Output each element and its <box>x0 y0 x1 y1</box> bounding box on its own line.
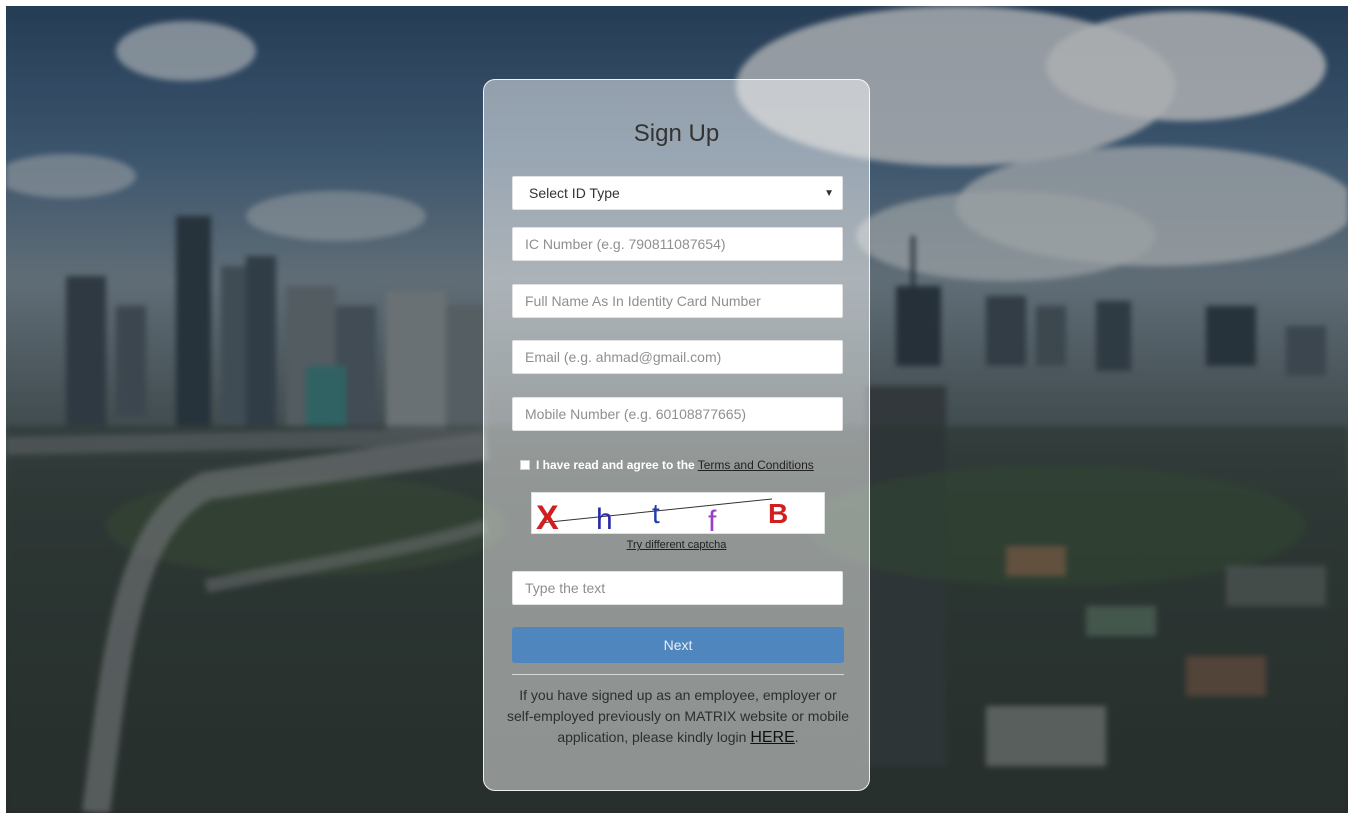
captcha-letter: X <box>536 499 559 533</box>
captcha-image: X h t f B <box>531 492 825 538</box>
terms-checkbox[interactable] <box>520 460 530 470</box>
chevron-down-icon: ▼ <box>824 187 834 199</box>
existing-user-note: If you have signed up as an employee, em… <box>506 685 850 748</box>
terms-agreement-text: I have read and agree to the <box>536 458 695 472</box>
email-input[interactable] <box>512 340 843 374</box>
mobile-number-input[interactable] <box>512 397 843 431</box>
divider <box>512 674 844 675</box>
captcha-letter: f <box>708 505 717 533</box>
signup-card: Sign Up Select ID Type ▼ I have read and… <box>483 79 870 791</box>
captcha-letter: B <box>768 498 788 529</box>
captcha-letter: t <box>652 498 660 529</box>
refresh-captcha-link[interactable]: Try different captcha <box>484 539 869 551</box>
full-name-input[interactable] <box>512 284 843 318</box>
page-title: Sign Up <box>633 120 720 147</box>
terms-link[interactable]: Terms and Conditions <box>698 458 814 472</box>
terms-agreement: I have read and agree to the Terms and C… <box>520 458 814 472</box>
ic-number-input[interactable] <box>512 227 843 261</box>
captcha-letter: h <box>596 503 613 533</box>
note-period: . <box>794 729 799 745</box>
id-type-select[interactable]: Select ID Type ▼ <box>512 176 843 210</box>
captcha-input[interactable] <box>512 571 843 605</box>
id-type-selected-value: Select ID Type <box>529 185 620 201</box>
captcha-graphic: X h t f B <box>536 498 788 538</box>
next-button[interactable]: Next <box>512 627 844 663</box>
login-here-link[interactable]: HERE <box>750 729 794 746</box>
